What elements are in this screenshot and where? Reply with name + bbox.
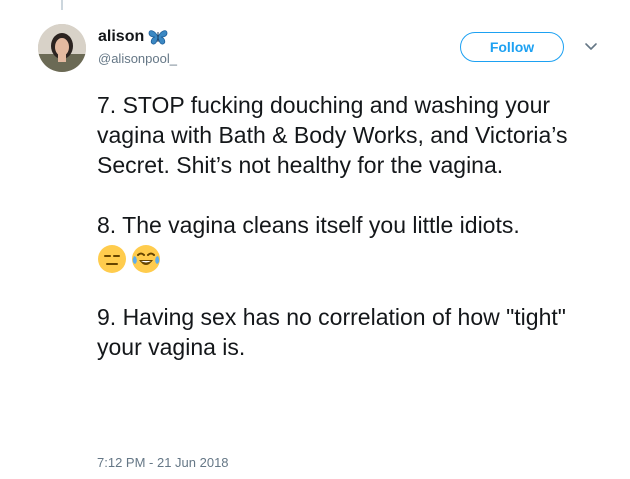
expressionless-face-emoji xyxy=(98,245,126,273)
thread-connector-line xyxy=(61,0,63,10)
tweet-body: 7. STOP fucking douching and washing you… xyxy=(97,90,607,362)
tweet-paragraph-7: 7. STOP fucking douching and washing you… xyxy=(97,92,568,178)
avatar[interactable] xyxy=(38,24,86,72)
tweet-paragraph-8: 8. The vagina cleans itself you little i… xyxy=(97,212,520,238)
chevron-down-icon[interactable] xyxy=(582,37,600,55)
follow-button[interactable]: Follow xyxy=(460,32,564,62)
avatar-image xyxy=(38,24,86,72)
author-name-row[interactable]: alison xyxy=(98,28,168,46)
emoji-row xyxy=(97,242,607,276)
author-name[interactable]: alison xyxy=(98,28,144,46)
author-handle[interactable]: @alisonpool_ xyxy=(98,51,177,66)
tweet-paragraph-9: 9. Having sex has no correlation of how … xyxy=(97,304,566,360)
crying-laughing-face-emoji xyxy=(132,245,160,273)
butterfly-icon xyxy=(148,30,168,45)
tweet-timestamp[interactable]: 7:12 PM - 21 Jun 2018 xyxy=(97,455,229,470)
